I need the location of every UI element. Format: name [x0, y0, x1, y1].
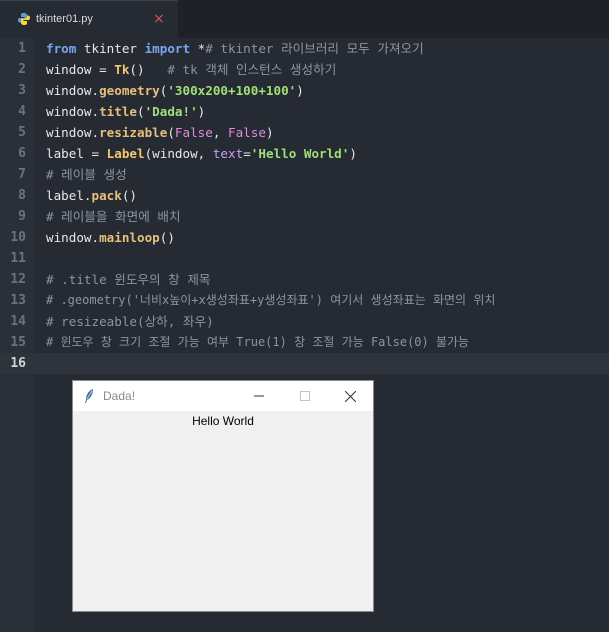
- line-number: 6: [18, 146, 26, 161]
- code-text: # .title 윈도우의 창 제목: [46, 272, 211, 287]
- code-text: window = Tk() # tk 객체 인스턴스 생성하기: [46, 62, 337, 77]
- code-line-16[interactable]: 16: [0, 353, 609, 374]
- code-text: from tkinter import *# tkinter 라이브러리 모두 …: [46, 41, 424, 56]
- code-text: window.resizable(False, False): [46, 125, 274, 140]
- hello-world-label: Hello World: [192, 414, 254, 428]
- maximize-icon: [300, 391, 310, 401]
- close-window-icon: [344, 390, 356, 402]
- line-number: 2: [18, 62, 26, 77]
- line-number: 12: [10, 272, 26, 287]
- tab-bar: tkinter01.py ×: [0, 0, 609, 38]
- code-text: # 레이블을 화면에 배치: [46, 209, 181, 224]
- code-line-9[interactable]: 9 # 레이블을 화면에 배치: [0, 206, 609, 227]
- code-text: label.pack(): [46, 188, 138, 203]
- code-line-5[interactable]: 5 window.resizable(False, False): [0, 122, 609, 143]
- minimize-button[interactable]: [236, 381, 282, 411]
- line-number: 15: [10, 335, 26, 350]
- line-number: 3: [18, 83, 26, 98]
- code-line-4[interactable]: 4 window.title('Dada!'): [0, 101, 609, 122]
- tab-tkinter01[interactable]: tkinter01.py ×: [0, 0, 178, 38]
- python-file-icon: [18, 13, 30, 25]
- line-number: 16: [10, 356, 26, 371]
- code-text: # 레이블 생성: [46, 167, 127, 182]
- code-line-15[interactable]: 15 # 윈도우 창 크기 조절 가능 여부 True(1) 창 조절 가능 F…: [0, 332, 609, 353]
- code-line-8[interactable]: 8 label.pack(): [0, 185, 609, 206]
- tk-feather-icon: [85, 389, 93, 403]
- maximize-button: [282, 381, 328, 411]
- code-line-11[interactable]: 11: [0, 248, 609, 269]
- code-line-13[interactable]: 13 # .geometry('너비x높이+x생성좌표+y생성좌표') 여기서 …: [0, 290, 609, 311]
- code-line-10[interactable]: 10 window.mainloop(): [0, 227, 609, 248]
- code-text: # 윈도우 창 크기 조절 가능 여부 True(1) 창 조절 가능 Fals…: [46, 335, 470, 349]
- line-number: 5: [18, 125, 26, 140]
- line-number: 1: [18, 41, 26, 56]
- line-number: 10: [10, 230, 26, 245]
- line-number: 8: [18, 188, 26, 203]
- code-text: # .geometry('너비x높이+x생성좌표+y생성좌표') 여기서 생성좌…: [46, 293, 496, 307]
- tab-filename: tkinter01.py: [36, 13, 93, 25]
- code-text: window.mainloop(): [46, 230, 175, 245]
- code-line-14[interactable]: 14 # resizeable(상하, 좌우): [0, 311, 609, 332]
- code-line-3[interactable]: 3 window.geometry('300x200+100+100'): [0, 80, 609, 101]
- code-text: # resizeable(상하, 좌우): [46, 314, 214, 329]
- tk-window[interactable]: Dada! Hello World: [72, 380, 374, 612]
- line-number: 9: [18, 209, 26, 224]
- line-number: 7: [18, 167, 26, 182]
- code-line-6[interactable]: 6 label = Label(window, text='Hello Worl…: [0, 143, 609, 164]
- code-text: window.geometry('300x200+100+100'): [46, 83, 304, 98]
- tk-window-title: Dada!: [103, 389, 136, 403]
- code-line-1[interactable]: 1 from tkinter import *# tkinter 라이브러리 모…: [0, 38, 609, 59]
- line-number: 4: [18, 104, 26, 119]
- line-number: 13: [10, 293, 26, 308]
- line-number: 14: [10, 314, 26, 329]
- minimize-icon: [254, 395, 264, 397]
- line-number: 11: [10, 251, 26, 266]
- close-window-button[interactable]: [327, 381, 373, 411]
- code-line-12[interactable]: 12 # .title 윈도우의 창 제목: [0, 269, 609, 290]
- close-icon[interactable]: ×: [153, 11, 165, 27]
- tk-window-titlebar[interactable]: Dada!: [73, 381, 373, 411]
- code-text: label = Label(window, text='Hello World'…: [46, 146, 357, 161]
- code-line-2[interactable]: 2 window = Tk() # tk 객체 인스턴스 생성하기: [0, 59, 609, 80]
- code-line-7[interactable]: 7 # 레이블 생성: [0, 164, 609, 185]
- code-text: window.title('Dada!'): [46, 104, 206, 119]
